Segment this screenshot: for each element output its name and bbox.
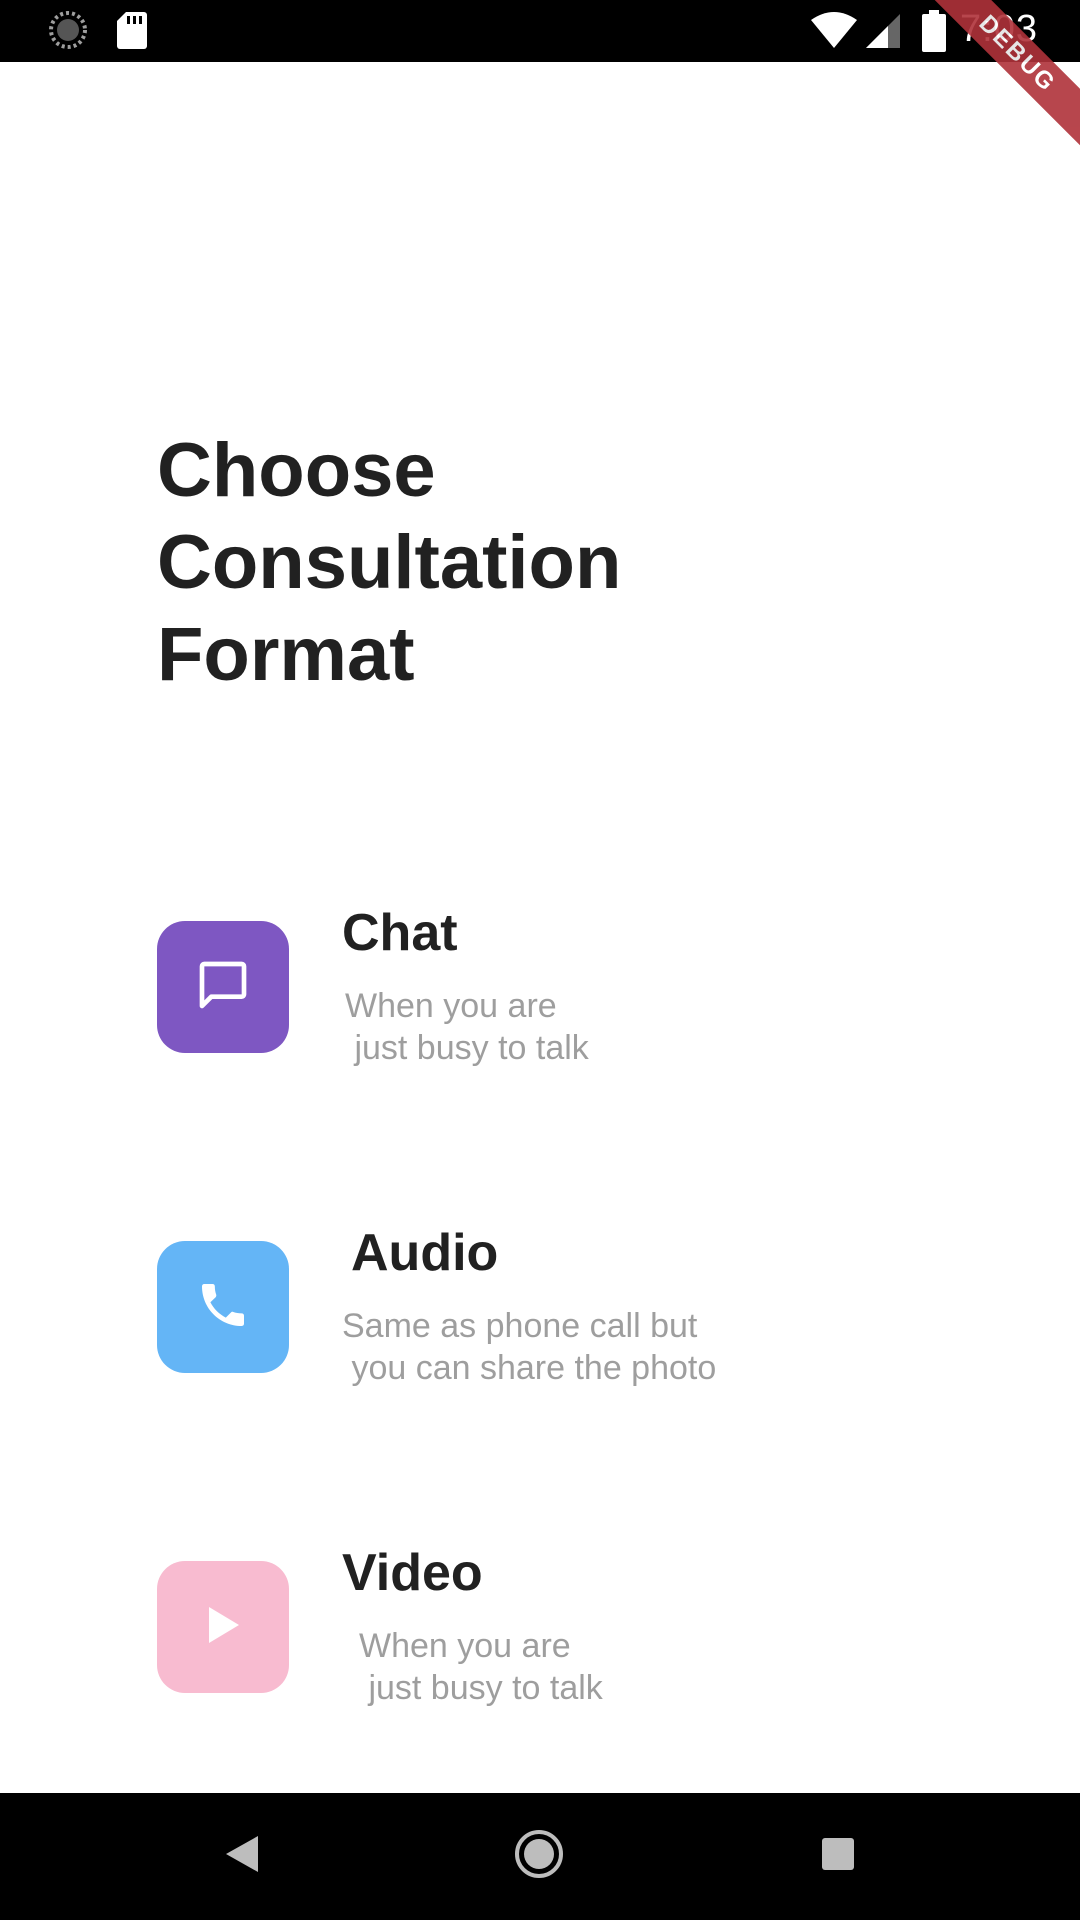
- home-circle-icon: [514, 1829, 564, 1884]
- wifi-icon: [810, 12, 858, 55]
- option-video-title: Video: [342, 1544, 483, 1602]
- phone-icon: [195, 1277, 251, 1338]
- back-triangle-icon: [224, 1834, 260, 1879]
- option-audio[interactable]: Audio Same as phone call but you can sha…: [157, 1224, 957, 1411]
- audio-tile[interactable]: [157, 1241, 289, 1373]
- play-icon: [203, 1603, 243, 1652]
- battery-icon: [922, 10, 946, 57]
- option-audio-title: Audio: [351, 1224, 499, 1282]
- option-chat[interactable]: Chat When you are just busy to talk: [157, 904, 957, 1091]
- option-audio-description: Same as phone call but you can share the…: [342, 1307, 717, 1387]
- sync-icon: [48, 10, 88, 55]
- navigation-bar: [0, 1793, 1080, 1920]
- chat-tile[interactable]: [157, 921, 289, 1053]
- home-button[interactable]: [479, 1793, 599, 1920]
- recents-button[interactable]: [778, 1793, 898, 1920]
- sd-card-icon: [116, 10, 148, 55]
- recents-square-icon: [820, 1836, 856, 1877]
- page-title: Choose Consultation Format: [157, 428, 622, 697]
- screen: 7:03 DEBUG Choose Consultation Format Ch…: [0, 0, 1080, 1920]
- back-button[interactable]: [182, 1793, 302, 1920]
- signal-icon: [864, 12, 902, 55]
- chat-bubble-icon: [195, 957, 251, 1018]
- option-chat-title: Chat: [342, 904, 458, 962]
- option-video[interactable]: Video When you are just busy to talk: [157, 1544, 957, 1731]
- status-bar: 7:03: [0, 0, 1080, 62]
- option-chat-description: When you are just busy to talk: [345, 987, 589, 1067]
- video-tile[interactable]: [157, 1561, 289, 1693]
- option-video-description: When you are just busy to talk: [359, 1627, 603, 1707]
